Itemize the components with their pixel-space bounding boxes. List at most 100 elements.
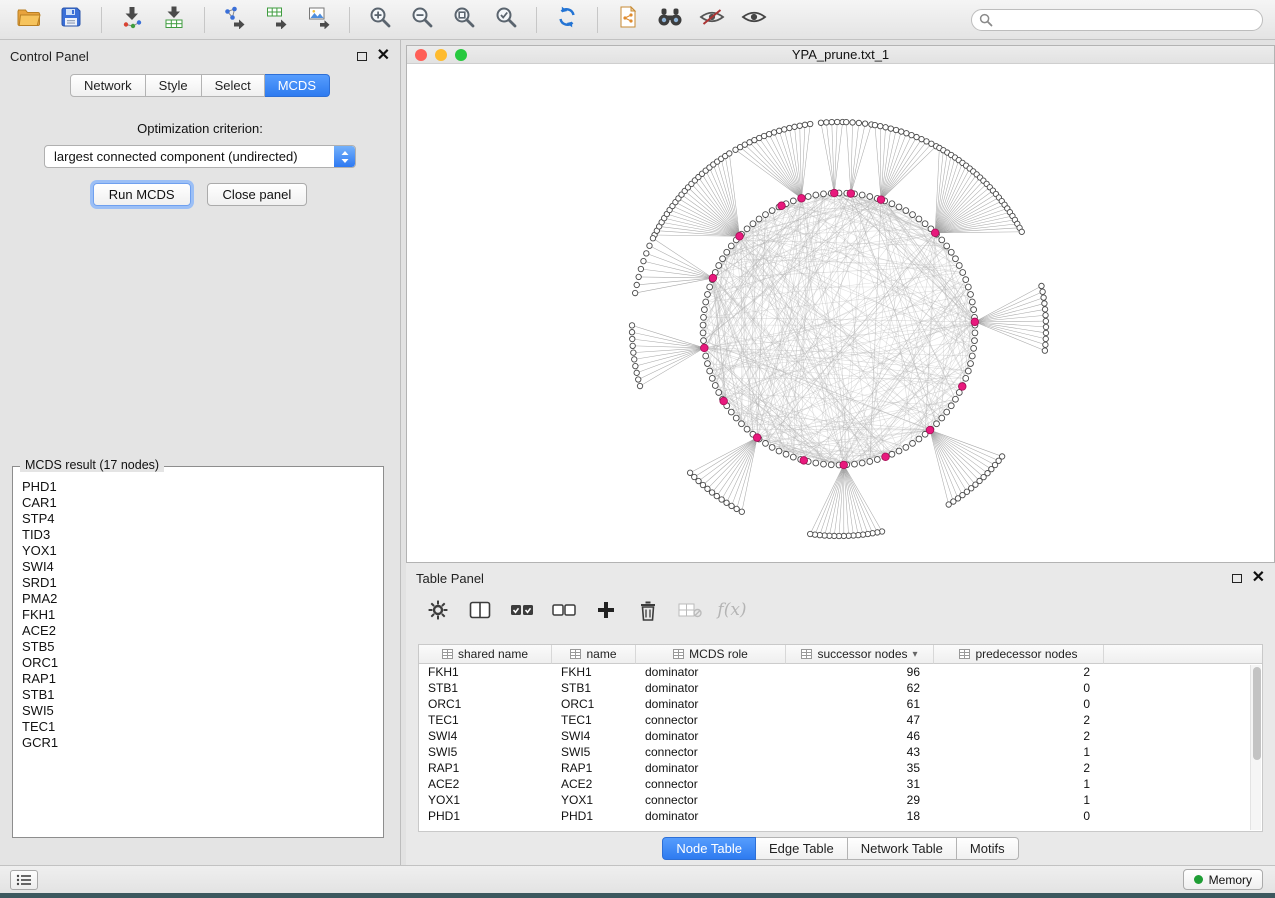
- mcds-result-item[interactable]: SWI4: [22, 559, 383, 575]
- close-panel-button[interactable]: Close panel: [207, 183, 308, 206]
- cell: 61: [786, 697, 934, 711]
- mcds-result-item[interactable]: STB5: [22, 639, 383, 655]
- mcds-result-item[interactable]: PMA2: [22, 591, 383, 607]
- memory-button[interactable]: Memory: [1183, 869, 1263, 890]
- memory-status-icon: [1194, 875, 1203, 884]
- close-panel-icon[interactable]: ✕: [377, 50, 390, 62]
- cell: SWI4: [552, 729, 636, 743]
- table-row[interactable]: STB1STB1dominator620: [419, 680, 1262, 696]
- column-header-successor-nodes[interactable]: successor nodes▾: [786, 645, 934, 664]
- deselect-all-button[interactable]: [552, 598, 576, 622]
- mcds-result-item[interactable]: FKH1: [22, 607, 383, 623]
- search-field-wrap: [971, 9, 1263, 31]
- mcds-result-item[interactable]: SWI5: [22, 703, 383, 719]
- table-row[interactable]: SWI4SWI4dominator462: [419, 728, 1262, 744]
- open-file-button[interactable]: [10, 5, 48, 35]
- cell: 2: [934, 729, 1104, 743]
- zoom-selected-button[interactable]: [487, 5, 525, 35]
- tab-network[interactable]: Network: [70, 74, 146, 97]
- tab-edge-table[interactable]: Edge Table: [756, 837, 848, 860]
- maximize-window-icon[interactable]: [455, 49, 467, 61]
- show-columns-button[interactable]: [468, 598, 492, 622]
- table-row[interactable]: YOX1YOX1connector291: [419, 792, 1262, 808]
- import-table-button[interactable]: [155, 5, 193, 35]
- mcds-result-item[interactable]: YOX1: [22, 543, 383, 559]
- network-window-title: YPA_prune.txt_1: [407, 47, 1274, 62]
- select-all-button[interactable]: [510, 598, 534, 622]
- cell: 46: [786, 729, 934, 743]
- zoom-fit-button[interactable]: [445, 5, 483, 35]
- minimize-window-icon[interactable]: [435, 49, 447, 61]
- toolbar-separator: [204, 7, 205, 33]
- cell: ACE2: [419, 777, 552, 791]
- table-row[interactable]: SWI5SWI5connector431: [419, 744, 1262, 760]
- open-folder-icon: [17, 6, 41, 33]
- run-mcds-button[interactable]: Run MCDS: [93, 183, 191, 206]
- first-neighbors-button[interactable]: [651, 5, 689, 35]
- mcds-result-item[interactable]: TID3: [22, 527, 383, 543]
- export-table-button[interactable]: [258, 5, 296, 35]
- eye-slash-icon: [699, 8, 725, 31]
- zoom-out-button[interactable]: [403, 5, 441, 35]
- add-column-button[interactable]: [594, 598, 618, 622]
- tab-node-table[interactable]: Node Table: [662, 837, 756, 860]
- criterion-select[interactable]: largest connected component (undirected): [44, 145, 356, 168]
- export-network-button[interactable]: [216, 5, 254, 35]
- mcds-result-item[interactable]: GCR1: [22, 735, 383, 751]
- refresh-icon: [555, 5, 579, 34]
- table-settings-button[interactable]: [426, 598, 450, 622]
- save-button[interactable]: [52, 5, 90, 35]
- scrollbar-thumb[interactable]: [1253, 667, 1261, 760]
- mcds-result-item[interactable]: STB1: [22, 687, 383, 703]
- mcds-result-item[interactable]: PHD1: [22, 479, 383, 495]
- mcds-result-item[interactable]: CAR1: [22, 495, 383, 511]
- annotation-button[interactable]: [609, 5, 647, 35]
- table-row[interactable]: RAP1RAP1dominator352: [419, 760, 1262, 776]
- tab-network-table[interactable]: Network Table: [848, 837, 957, 860]
- table-panel: Table Panel ✕ f(x) shared namenameMCDS r…: [406, 563, 1275, 865]
- table-scrollbar[interactable]: [1250, 665, 1261, 830]
- network-canvas[interactable]: [407, 64, 1274, 562]
- mcds-result-item[interactable]: TEC1: [22, 719, 383, 735]
- column-header-shared-name[interactable]: shared name: [419, 645, 552, 664]
- export-image-button[interactable]: [300, 5, 338, 35]
- hide-details-button[interactable]: [693, 5, 731, 35]
- table-row[interactable]: TEC1TEC1connector472: [419, 712, 1262, 728]
- cell: 43: [786, 745, 934, 759]
- mcds-result-item[interactable]: ACE2: [22, 623, 383, 639]
- task-history-button[interactable]: [10, 870, 38, 890]
- memory-label: Memory: [1209, 873, 1252, 887]
- mcds-result-item[interactable]: STP4: [22, 511, 383, 527]
- tab-mcds[interactable]: MCDS: [265, 74, 330, 97]
- show-details-button[interactable]: [735, 5, 773, 35]
- column-header-name[interactable]: name: [552, 645, 636, 664]
- float-panel-icon[interactable]: [357, 52, 367, 61]
- table-row[interactable]: PHD1PHD1dominator180: [419, 808, 1262, 824]
- tab-style[interactable]: Style: [146, 74, 202, 97]
- mcds-result-item[interactable]: RAP1: [22, 671, 383, 687]
- zoom-selected-icon: [494, 5, 518, 34]
- cell: dominator: [636, 809, 786, 823]
- column-header-predecessor-nodes[interactable]: predecessor nodes: [934, 645, 1104, 664]
- import-network-button[interactable]: [113, 5, 151, 35]
- mcds-result-item[interactable]: SRD1: [22, 575, 383, 591]
- delete-column-button[interactable]: [636, 598, 660, 622]
- close-table-panel-icon[interactable]: ✕: [1252, 572, 1265, 584]
- network-window-titlebar[interactable]: YPA_prune.txt_1: [407, 46, 1274, 64]
- export-image-icon: [307, 5, 331, 34]
- table-row[interactable]: ACE2ACE2connector311: [419, 776, 1262, 792]
- zoom-in-button[interactable]: [361, 5, 399, 35]
- table-row[interactable]: FKH1FKH1dominator962: [419, 664, 1262, 680]
- cell: 2: [934, 665, 1104, 679]
- cell: SWI5: [419, 745, 552, 759]
- apply-layout-button[interactable]: [548, 5, 586, 35]
- column-header-MCDS-role[interactable]: MCDS role: [636, 645, 786, 664]
- table-row[interactable]: ORC1ORC1dominator610: [419, 696, 1262, 712]
- tab-select[interactable]: Select: [202, 74, 265, 97]
- mcds-result-item[interactable]: ORC1: [22, 655, 383, 671]
- search-input[interactable]: [971, 9, 1263, 31]
- tab-motifs[interactable]: Motifs: [957, 837, 1019, 860]
- cell: SWI5: [552, 745, 636, 759]
- close-window-icon[interactable]: [415, 49, 427, 61]
- float-table-panel-icon[interactable]: [1232, 574, 1242, 583]
